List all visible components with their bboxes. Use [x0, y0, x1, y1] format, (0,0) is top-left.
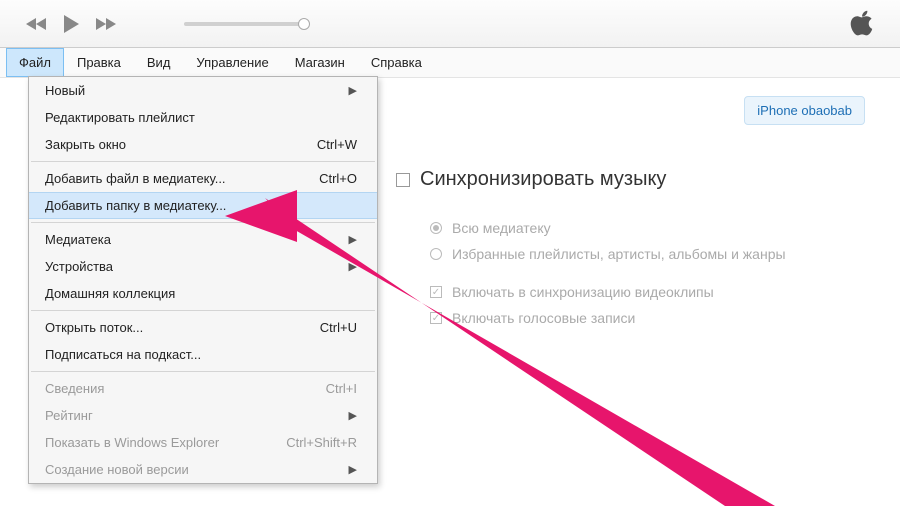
- apple-logo-icon: [849, 8, 875, 41]
- menu-item-label: Рейтинг: [45, 408, 93, 423]
- menu-item-label: Сведения: [45, 381, 104, 396]
- opt-full-library[interactable]: Всю медиатеку: [430, 215, 880, 241]
- menu-shortcut: Ctrl+U: [320, 320, 357, 335]
- menu-item-label: Редактировать плейлист: [45, 110, 195, 125]
- menu-item-label: Создание новой версии: [45, 462, 189, 477]
- chk-include-videos[interactable]: ✓ Включать в синхронизацию видеоклипы: [430, 279, 880, 305]
- menu-item-label: Медиатека: [45, 232, 111, 247]
- menu-separator: [31, 222, 375, 223]
- menu-item[interactable]: Закрыть окно Ctrl+W: [29, 131, 377, 158]
- submenu-arrow-icon: ▶: [349, 233, 357, 246]
- menu-item[interactable]: Добавить файл в медиатеку... Ctrl+O: [29, 165, 377, 192]
- checkbox-icon: ✓: [430, 286, 442, 298]
- submenu-arrow-icon: ▶: [349, 463, 357, 476]
- menu-item: Сведения Ctrl+I: [29, 375, 377, 402]
- menu-view[interactable]: Вид: [134, 48, 184, 77]
- device-pill[interactable]: iPhone obaobab: [744, 96, 865, 125]
- submenu-arrow-icon: ▶: [349, 409, 357, 422]
- menu-item[interactable]: Добавить папку в медиатеку...: [29, 192, 377, 219]
- radio-icon: [430, 222, 442, 234]
- opt-full-label: Всю медиатеку: [452, 220, 551, 236]
- chk-videos-label: Включать в синхронизацию видеоклипы: [452, 284, 714, 300]
- menu-shortcut: Ctrl+Shift+R: [286, 435, 357, 450]
- sync-options: Всю медиатеку Избранные плейлисты, артис…: [430, 215, 880, 331]
- radio-icon: [430, 248, 442, 260]
- opt-selected-playlists[interactable]: Избранные плейлисты, артисты, альбомы и …: [430, 241, 880, 267]
- menu-file[interactable]: Файл: [6, 48, 64, 77]
- sync-checkbox[interactable]: [396, 173, 410, 187]
- menu-item-label: Показать в Windows Explorer: [45, 435, 219, 450]
- menu-item[interactable]: Устройства ▶: [29, 253, 377, 280]
- toolbar: [0, 0, 900, 48]
- menu-separator: [31, 371, 375, 372]
- menu-shortcut: Ctrl+W: [317, 137, 357, 152]
- slider-thumb[interactable]: [298, 18, 310, 30]
- menu-item[interactable]: Новый ▶: [29, 77, 377, 104]
- submenu-arrow-icon: ▶: [349, 260, 357, 273]
- opt-selected-label: Избранные плейлисты, артисты, альбомы и …: [452, 246, 786, 262]
- menubar: Файл Правка Вид Управление Магазин Справ…: [0, 48, 900, 78]
- sync-heading-label: Синхронизировать музыку: [420, 168, 666, 191]
- file-dropdown: Новый ▶ Редактировать плейлист Закрыть окно…: [28, 76, 378, 484]
- menu-edit[interactable]: Правка: [64, 48, 134, 77]
- chk-voice-label: Включать голосовые записи: [452, 310, 635, 326]
- menu-item-label: Открыть поток...: [45, 320, 143, 335]
- menu-item-label: Устройства: [45, 259, 113, 274]
- checkbox-icon: ✓: [430, 312, 442, 324]
- menu-shortcut: Ctrl+I: [326, 381, 357, 396]
- menu-item[interactable]: Редактировать плейлист: [29, 104, 377, 131]
- player-controls: [8, 14, 134, 34]
- menu-item: Рейтинг ▶: [29, 402, 377, 429]
- progress-slider[interactable]: [184, 22, 324, 26]
- menu-item: Создание новой версии ▶: [29, 456, 377, 483]
- menu-shortcut: Ctrl+O: [319, 171, 357, 186]
- play-icon[interactable]: [62, 14, 80, 34]
- menu-separator: [31, 310, 375, 311]
- menu-item-label: Домашняя коллекция: [45, 286, 175, 301]
- menu-item: Показать в Windows Explorer Ctrl+Shift+R: [29, 429, 377, 456]
- submenu-arrow-icon: ▶: [349, 84, 357, 97]
- menu-item-label: Подписаться на подкаст...: [45, 347, 201, 362]
- menu-controls[interactable]: Управление: [183, 48, 281, 77]
- menu-separator: [31, 161, 375, 162]
- menu-item[interactable]: Медиатека ▶: [29, 226, 377, 253]
- menu-item[interactable]: Открыть поток... Ctrl+U: [29, 314, 377, 341]
- sync-heading: Синхронизировать музыку: [396, 168, 880, 191]
- menu-item-label: Добавить файл в медиатеку...: [45, 171, 226, 186]
- menu-item-label: Новый: [45, 83, 85, 98]
- menu-item[interactable]: Домашняя коллекция: [29, 280, 377, 307]
- menu-help[interactable]: Справка: [358, 48, 435, 77]
- menu-item-label: Закрыть окно: [45, 137, 126, 152]
- menu-item-label: Добавить папку в медиатеку...: [45, 198, 226, 213]
- previous-track-icon[interactable]: [26, 16, 48, 32]
- menu-item[interactable]: Подписаться на подкаст...: [29, 341, 377, 368]
- chk-include-voice[interactable]: ✓ Включать голосовые записи: [430, 305, 880, 331]
- next-track-icon[interactable]: [94, 16, 116, 32]
- menu-store[interactable]: Магазин: [282, 48, 358, 77]
